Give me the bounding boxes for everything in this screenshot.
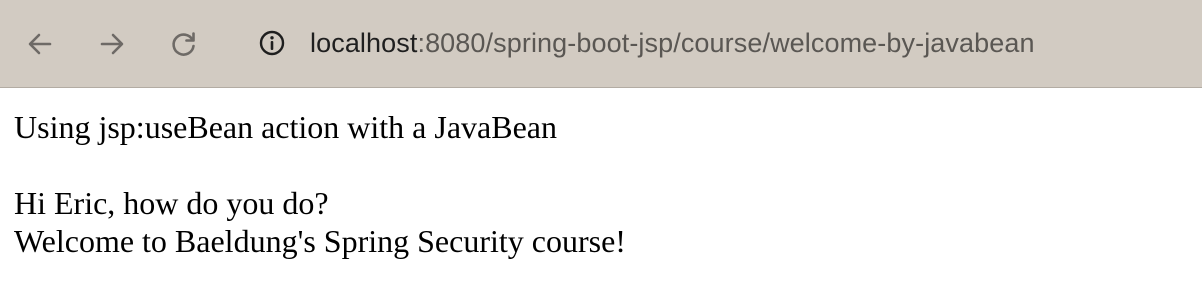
info-circle-icon[interactable] [252,23,292,63]
greeting-block: Hi Eric, how do you do? Welcome to Baeld… [14,184,626,260]
welcome-text: Welcome to Baeldung's Spring Security co… [14,223,626,259]
arrow-right-icon [100,33,124,55]
reload-button[interactable] [164,24,204,64]
url-text[interactable]: localhost:8080/spring-boot-jsp/course/we… [310,28,1035,59]
greeting-text: Hi Eric, how do you do? [14,185,329,221]
url-path: :8080/spring-boot-jsp/course/welcome-by-… [417,27,1035,58]
arrow-left-icon [28,33,52,55]
page-content: Using jsp:useBean action with a JavaBean… [14,108,626,260]
browser-toolbar: localhost:8080/spring-boot-jsp/course/we… [0,0,1202,88]
url-host: localhost [310,27,418,58]
page-heading: Using jsp:useBean action with a JavaBean [14,109,557,145]
address-bar[interactable]: localhost:8080/spring-boot-jsp/course/we… [250,20,1180,66]
forward-button[interactable] [92,24,132,64]
reload-icon [172,32,195,56]
back-button[interactable] [20,24,60,64]
